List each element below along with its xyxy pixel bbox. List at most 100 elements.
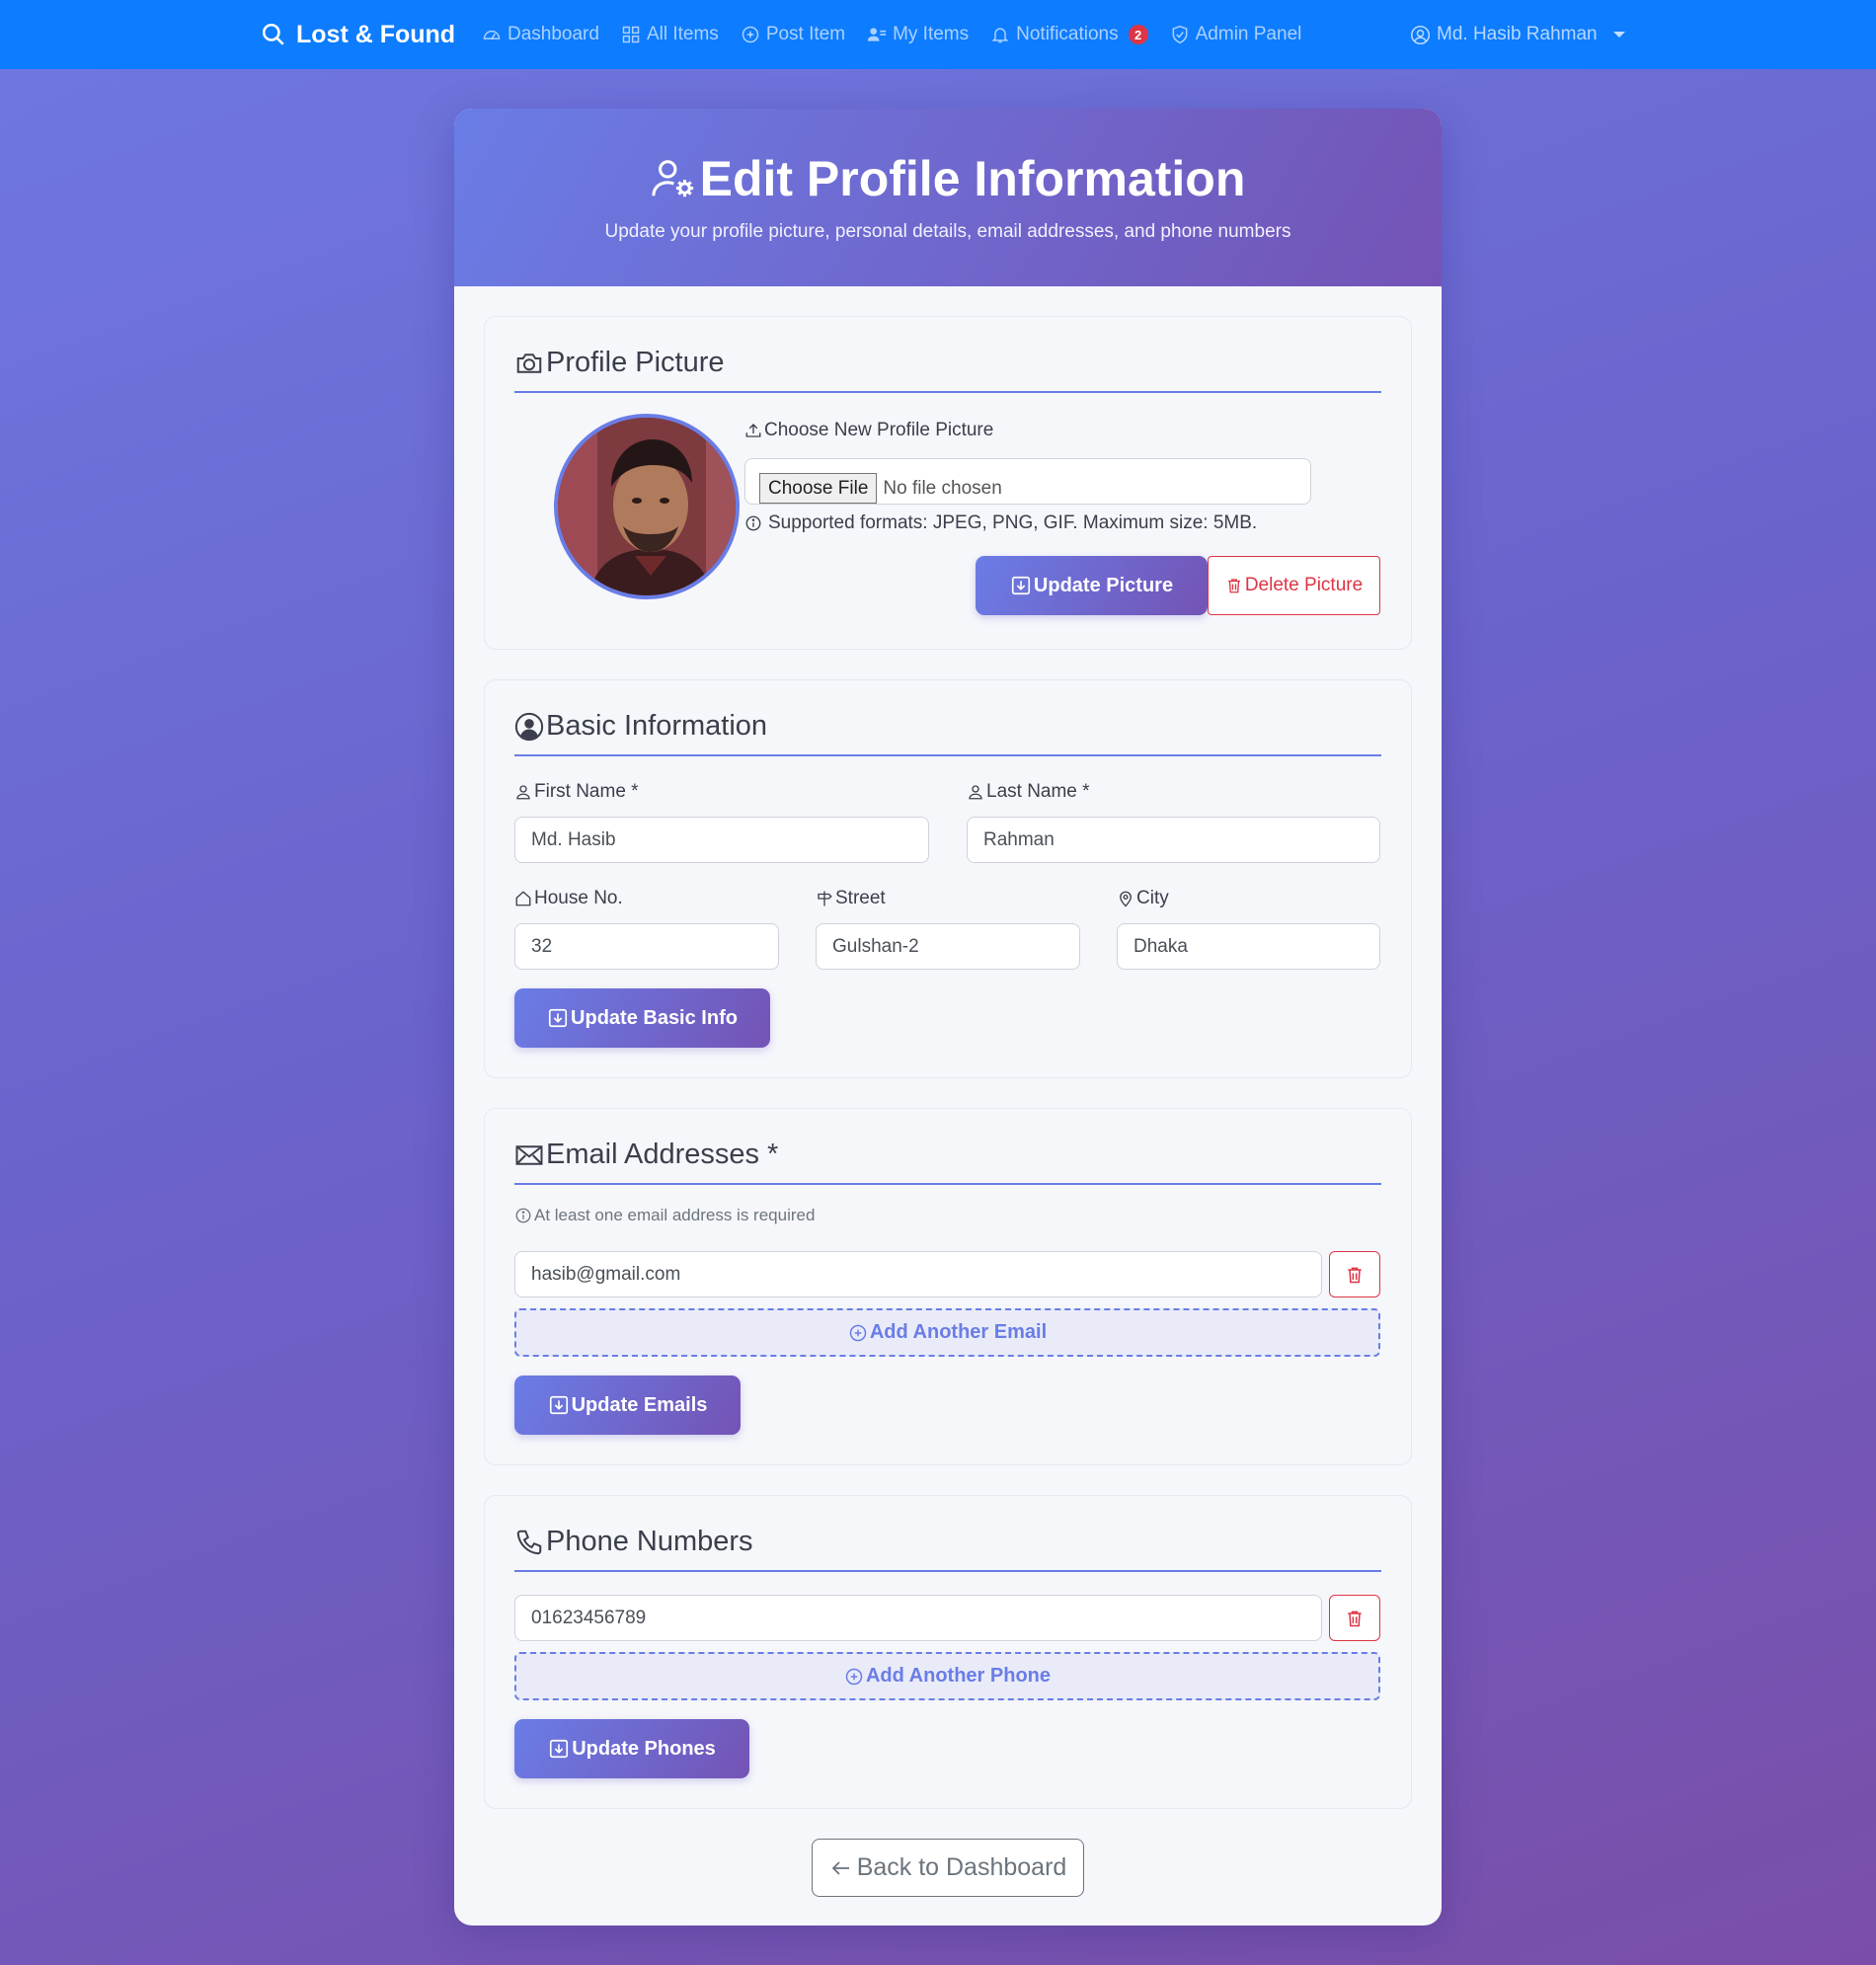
user-dropdown[interactable]: Md. Hasib Rahman bbox=[1410, 0, 1625, 69]
phone-section: Phone Numbers 01623456789 Add Another Ph… bbox=[484, 1495, 1412, 1809]
file-help-text-value: Supported formats: JPEG, PNG, GIF. Maxim… bbox=[768, 512, 1258, 533]
profile-photo bbox=[558, 418, 736, 595]
grid-icon bbox=[622, 26, 640, 43]
city-input[interactable]: Dhaka bbox=[1117, 923, 1380, 970]
card-header: Edit Profile Information Update your pro… bbox=[454, 109, 1442, 286]
add-phone-button[interactable]: Add Another Phone bbox=[514, 1652, 1380, 1700]
search-icon bbox=[262, 23, 284, 45]
plus-circle-icon bbox=[849, 1324, 867, 1341]
brand-link[interactable]: Lost & Found bbox=[261, 0, 455, 69]
nav-all-items[interactable]: All Items bbox=[621, 24, 719, 45]
signpost-icon bbox=[818, 891, 832, 906]
update-phones-button[interactable]: Update Phones bbox=[514, 1719, 749, 1778]
nav-notifications[interactable]: Notifications 2 bbox=[990, 24, 1148, 45]
street-label: Street bbox=[816, 888, 886, 909]
house-label-text: House No. bbox=[534, 888, 623, 908]
phone-icon bbox=[516, 1530, 542, 1554]
arrow-left-icon bbox=[831, 1860, 849, 1875]
chevron-down-icon bbox=[1612, 32, 1625, 38]
info-circle-icon bbox=[515, 1208, 531, 1223]
house-input[interactable]: 32 bbox=[514, 923, 779, 970]
nav-admin-panel[interactable]: Admin Panel bbox=[1170, 24, 1302, 45]
trash-icon bbox=[1348, 1267, 1362, 1283]
nav-dashboard-label: Dashboard bbox=[508, 24, 599, 44]
edit-profile-card: Edit Profile Information Update your pro… bbox=[454, 109, 1442, 1926]
update-emails-label: Update Emails bbox=[571, 1393, 708, 1416]
update-emails-button[interactable]: Update Emails bbox=[514, 1376, 741, 1435]
user-name: Md. Hasib Rahman bbox=[1437, 24, 1598, 44]
section-title-phone-text: Phone Numbers bbox=[546, 1526, 753, 1557]
email-input[interactable]: hasib@gmail.com bbox=[514, 1251, 1322, 1297]
update-basic-info-label: Update Basic Info bbox=[571, 1006, 738, 1029]
nav-post-item[interactable]: Post Item bbox=[741, 24, 845, 45]
update-picture-label: Update Picture bbox=[1033, 574, 1174, 596]
section-title-picture-text: Profile Picture bbox=[546, 347, 725, 378]
trash-icon bbox=[1348, 1611, 1362, 1626]
update-basic-info-button[interactable]: Update Basic Info bbox=[514, 988, 770, 1048]
remove-email-button[interactable] bbox=[1329, 1251, 1380, 1297]
brand-name: Lost & Found bbox=[296, 20, 456, 48]
section-title-basic-text: Basic Information bbox=[546, 710, 768, 742]
choose-picture-label: Choose New Profile Picture bbox=[744, 420, 993, 441]
nav-all-items-label: All Items bbox=[646, 24, 719, 44]
street-input[interactable]: Gulshan-2 bbox=[816, 923, 1080, 970]
section-title-email: Email Addresses * bbox=[514, 1109, 1381, 1185]
section-title-phone: Phone Numbers bbox=[514, 1496, 1381, 1572]
envelope-icon bbox=[515, 1144, 543, 1165]
person-lines-icon bbox=[867, 28, 887, 41]
person-icon bbox=[969, 785, 982, 800]
nav-admin-panel-label: Admin Panel bbox=[1195, 24, 1302, 44]
last-name-input[interactable]: Rahman bbox=[967, 817, 1380, 863]
file-help-text: Supported formats: JPEG, PNG, GIF. Maxim… bbox=[744, 512, 1257, 534]
delete-picture-label: Delete Picture bbox=[1244, 575, 1364, 595]
add-email-button[interactable]: Add Another Email bbox=[514, 1308, 1380, 1357]
house-icon bbox=[515, 891, 531, 906]
save-icon bbox=[548, 1008, 568, 1028]
page-title: Edit Profile Information bbox=[454, 109, 1442, 207]
update-phones-label: Update Phones bbox=[572, 1737, 716, 1760]
delete-picture-button[interactable]: Delete Picture bbox=[1208, 556, 1380, 615]
first-name-input[interactable]: Md. Hasib bbox=[514, 817, 929, 863]
save-icon bbox=[549, 1395, 568, 1415]
back-to-dashboard-button[interactable]: Back to Dashboard bbox=[812, 1839, 1084, 1897]
street-label-text: Street bbox=[835, 888, 886, 908]
plus-circle-icon bbox=[742, 26, 759, 43]
add-email-label: Add Another Email bbox=[869, 1321, 1048, 1343]
update-picture-button[interactable]: Update Picture bbox=[976, 556, 1208, 615]
last-name-label: Last Name * bbox=[967, 781, 1090, 803]
last-name-label-text: Last Name * bbox=[986, 781, 1090, 802]
section-title-basic: Basic Information bbox=[514, 680, 1381, 756]
shield-check-icon bbox=[1172, 25, 1188, 44]
nav-post-item-label: Post Item bbox=[765, 24, 846, 44]
file-input[interactable]: Choose File No file chosen bbox=[744, 458, 1311, 505]
person-gear-icon bbox=[651, 160, 693, 197]
email-note: At least one email address is required bbox=[514, 1206, 815, 1225]
trash-icon bbox=[1227, 579, 1240, 593]
save-icon bbox=[550, 1739, 569, 1759]
nav-my-items[interactable]: My Items bbox=[867, 24, 969, 45]
phone-input[interactable]: 01623456789 bbox=[514, 1595, 1322, 1641]
top-navbar: Lost & Found Dashboard All Items Post It… bbox=[0, 0, 1876, 69]
first-name-label: First Name * bbox=[514, 781, 639, 803]
speedometer-icon bbox=[483, 30, 501, 39]
basic-info-section: Basic Information First Name * Md. Hasib… bbox=[484, 679, 1412, 1078]
email-section: Email Addresses * At least one email add… bbox=[484, 1108, 1412, 1465]
person-circle-icon bbox=[514, 712, 544, 741]
nav-my-items-label: My Items bbox=[893, 24, 970, 44]
camera-icon bbox=[516, 353, 542, 373]
avatar bbox=[554, 414, 740, 599]
choose-file-button[interactable]: Choose File bbox=[759, 473, 878, 504]
bell-icon bbox=[991, 28, 1009, 43]
city-label-text: City bbox=[1136, 888, 1169, 908]
section-title-picture: Profile Picture bbox=[514, 317, 1381, 393]
back-to-dashboard-label: Back to Dashboard bbox=[856, 1853, 1067, 1881]
house-label: House No. bbox=[514, 888, 623, 909]
nav-dashboard[interactable]: Dashboard bbox=[482, 24, 599, 45]
upload-icon bbox=[745, 424, 761, 437]
notification-count-badge: 2 bbox=[1128, 25, 1148, 44]
page-subtitle: Update your profile picture, personal de… bbox=[604, 221, 1291, 242]
remove-phone-button[interactable] bbox=[1329, 1595, 1380, 1641]
section-title-email-text: Email Addresses * bbox=[546, 1139, 779, 1170]
choose-picture-label-text: Choose New Profile Picture bbox=[764, 420, 994, 440]
page-title-text: Edit Profile Information bbox=[699, 151, 1246, 206]
